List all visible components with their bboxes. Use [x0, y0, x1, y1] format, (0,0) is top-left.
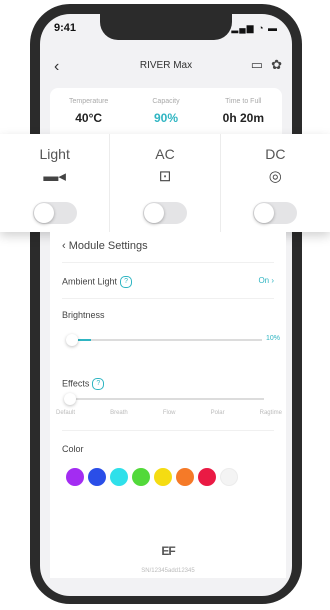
stat-label: Time to Full — [225, 98, 262, 105]
color-swatch[interactable] — [132, 468, 150, 486]
stat-value: 0h 20m — [222, 111, 264, 125]
effect-option[interactable]: Ragtime — [260, 410, 282, 416]
brightness-label: Brightness — [62, 310, 105, 320]
effects-options: Default Breath Flow Polar Ragtime — [56, 410, 282, 416]
effect-option[interactable]: Default — [56, 410, 75, 416]
module-settings: ‹ Module Settings Ambient Light? On › Br… — [50, 232, 286, 578]
color-swatch[interactable] — [220, 468, 238, 486]
flashlight-icon: ▬◂ — [43, 168, 66, 185]
nav-actions: ▭ ✿ — [243, 57, 282, 73]
ac-toggle[interactable] — [142, 202, 187, 224]
chat-icon[interactable]: ▭ — [251, 57, 263, 72]
brand-logo: EF — [161, 544, 175, 558]
outlet-label: DC — [265, 146, 286, 162]
stat-value: 40°C — [75, 111, 103, 125]
info-icon[interactable]: ? — [120, 276, 133, 288]
ambient-light-value[interactable]: On › — [258, 276, 274, 285]
dc-toggle[interactable] — [253, 202, 298, 224]
color-label: Color — [62, 444, 84, 454]
ac-plug-icon: ⊡ — [158, 168, 172, 185]
effects-thumb[interactable] — [64, 393, 76, 405]
outlet-ac: AC ⊡ — [109, 134, 219, 232]
effect-option[interactable]: Flow — [163, 410, 176, 416]
stat-label: Capacity — [152, 98, 180, 105]
brightness-value: 10% — [266, 335, 281, 342]
stat-label: Temperature — [69, 98, 109, 105]
toggle-knob — [143, 203, 164, 223]
module-header[interactable]: ‹ Module Settings — [62, 240, 148, 252]
info-icon[interactable]: ? — [92, 378, 105, 390]
divider — [62, 262, 274, 263]
effects-row: Effects? — [62, 378, 274, 390]
brightness-slider[interactable] — [72, 339, 262, 341]
color-swatches — [66, 468, 242, 486]
outlet-light: Light ▬◂ — [0, 134, 109, 232]
phone-notch — [100, 14, 232, 40]
status-icons: ▂▄▆ ◔ ▬ — [231, 23, 278, 33]
dc-port-icon: ◎ — [268, 168, 282, 185]
divider — [62, 430, 274, 431]
color-swatch[interactable] — [66, 468, 84, 486]
effects-slider[interactable] — [70, 398, 264, 400]
light-toggle[interactable] — [32, 202, 77, 224]
outlet-label: Light — [39, 146, 70, 162]
toggle-knob — [33, 203, 54, 223]
outlet-dc: DC ◎ — [219, 134, 330, 232]
stat-value: 90% — [153, 111, 178, 125]
color-swatch[interactable] — [154, 468, 172, 486]
serial-number: SN/12345add12345 — [141, 568, 195, 574]
brightness-thumb[interactable] — [66, 334, 78, 346]
ambient-light-label: Ambient Light — [62, 276, 118, 287]
ambient-light-row[interactable]: Ambient Light? On › — [62, 276, 274, 288]
color-swatch[interactable] — [110, 468, 128, 486]
color-swatch[interactable] — [176, 468, 194, 486]
back-icon[interactable]: ‹ — [62, 240, 66, 252]
module-title: Module Settings — [68, 240, 148, 252]
status-time: 9:41 — [54, 22, 77, 34]
divider — [62, 298, 274, 299]
outlet-label: AC — [155, 146, 175, 162]
effect-option[interactable]: Breath — [110, 410, 128, 416]
fan-icon[interactable]: ✿ — [271, 57, 282, 72]
toggle-knob — [254, 203, 275, 223]
effect-option[interactable]: Polar — [211, 410, 225, 416]
effects-label: Effects — [62, 378, 90, 389]
outlet-panel: Light ▬◂ AC ⊡ DC ◎ — [0, 134, 330, 232]
color-swatch[interactable] — [88, 468, 106, 486]
color-swatch[interactable] — [198, 468, 216, 486]
